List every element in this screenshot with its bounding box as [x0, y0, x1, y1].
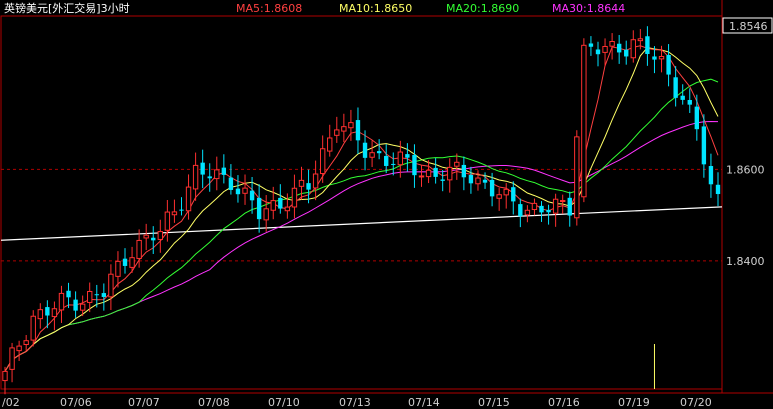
last-price-label: 1.8546 — [729, 20, 768, 33]
x-tick-label: /02 — [2, 396, 20, 409]
ma20-label: MA20:1.8690 — [446, 2, 519, 15]
candle — [581, 38, 587, 203]
ma10-label: MA10:1.8650 — [339, 2, 412, 15]
x-tick-label: 07/14 — [408, 396, 440, 409]
price-tick-label: 1.8400 — [726, 255, 765, 268]
price-tick-label: 1.8600 — [726, 163, 765, 176]
x-tick-label: 07/15 — [478, 396, 510, 409]
x-tick-label: 07/10 — [268, 396, 300, 409]
x-tick-label: 07/20 — [680, 396, 712, 409]
x-tick-label: 07/06 — [60, 396, 92, 409]
ma30-label: MA30:1.8644 — [552, 2, 625, 15]
ma5-label: MA5:1.8608 — [236, 2, 302, 15]
candle — [574, 130, 580, 226]
x-tick-label: 07/16 — [548, 396, 580, 409]
price-chart: 1.8400 1.8600 1.8546 /02 07/06 07/07 07/08 07/… — [0, 0, 773, 409]
x-tick-label: 07/19 — [618, 396, 650, 409]
x-tick-label: 07/08 — [198, 396, 230, 409]
x-tick-label: 07/13 — [339, 396, 371, 409]
x-tick-label: 07/07 — [128, 396, 160, 409]
chart-title: 英镑美元[外汇交易]3小时 — [4, 1, 130, 15]
